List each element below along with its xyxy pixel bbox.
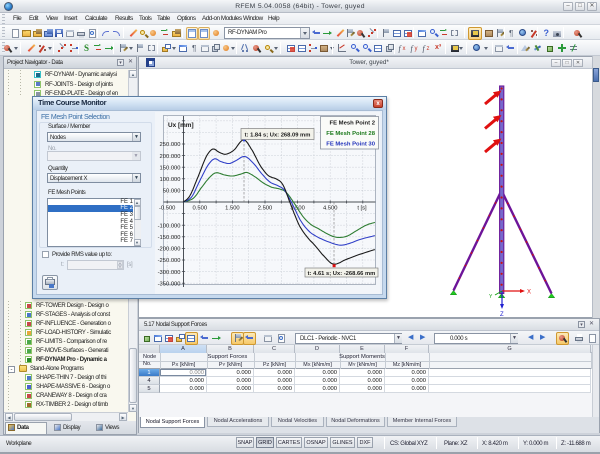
svg-text:t [s]: t [s] — [357, 206, 367, 212]
svg-text:-150.000: -150.000 — [158, 235, 181, 241]
svg-text:2.500: 2.500 — [258, 206, 273, 212]
svg-text:-300.000: -300.000 — [158, 270, 181, 276]
svg-text:0.500: 0.500 — [193, 206, 208, 212]
svg-text:Ux [mm]: Ux [mm] — [168, 122, 194, 129]
svg-text:FE Mesh Point 2: FE Mesh Point 2 — [330, 121, 376, 127]
svg-text:150.000: 150.000 — [160, 165, 181, 171]
svg-text:t: 4.61 s; Ux: -268.66 mm: t: 4.61 s; Ux: -268.66 mm — [308, 271, 376, 277]
svg-text:4.500: 4.500 — [323, 206, 338, 212]
svg-text:200.000: 200.000 — [160, 154, 181, 160]
svg-text:-350.000: -350.000 — [158, 281, 181, 287]
svg-text:t: 1.84 s; Ux: 268.09 mm: t: 1.84 s; Ux: 268.09 mm — [245, 132, 311, 138]
svg-text:Y: Y — [489, 294, 493, 300]
svg-text:-0.500: -0.500 — [159, 206, 175, 212]
svg-text:-250.000: -250.000 — [158, 258, 181, 264]
svg-text:-100.000: -100.000 — [158, 223, 181, 229]
svg-text:250.000: 250.000 — [160, 142, 181, 148]
svg-text:FE Mesh Point 28: FE Mesh Point 28 — [326, 131, 375, 137]
svg-text:FE Mesh Point 30: FE Mesh Point 30 — [326, 142, 375, 148]
svg-text:50.000: 50.000 — [163, 189, 181, 195]
svg-text:100.000: 100.000 — [160, 177, 181, 183]
svg-text:-200.000: -200.000 — [158, 247, 181, 253]
svg-text:X: X — [527, 290, 531, 296]
svg-text:1.500: 1.500 — [225, 206, 240, 212]
